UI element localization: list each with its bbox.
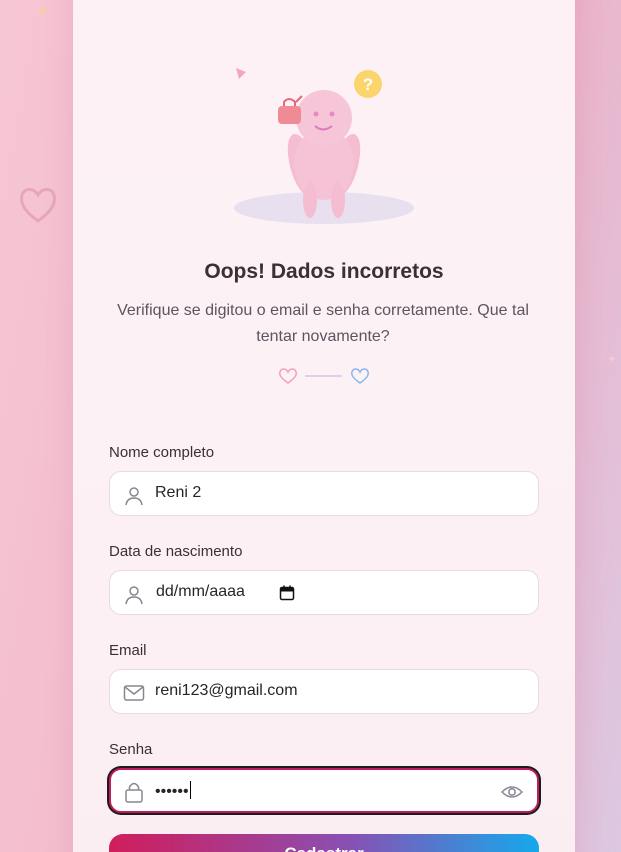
- password-field[interactable]: ••••••: [109, 768, 539, 813]
- lock-icon: [125, 782, 143, 803]
- name-label: Nome completo: [109, 444, 215, 461]
- email-label: Email: [109, 642, 147, 659]
- birthdate-field[interactable]: dd/mm/aaaa: [109, 570, 539, 615]
- heart-icon: [279, 368, 297, 384]
- eye-icon[interactable]: [501, 783, 523, 801]
- submit-button[interactable]: Cadastrar: [109, 834, 539, 852]
- birthdate-value: dd/mm/aaaa: [156, 583, 245, 600]
- name-value: Reni 2: [155, 484, 202, 501]
- calendar-icon[interactable]: [279, 585, 295, 601]
- confused-character-illustration: ?: [234, 68, 414, 224]
- mail-icon: [123, 685, 145, 701]
- password-label: Senha: [109, 741, 153, 758]
- sparkle-icon: ✦: [607, 352, 618, 366]
- email-field[interactable]: reni123@gmail.com: [109, 669, 539, 714]
- sparkle-icon: ✦: [38, 4, 49, 18]
- heart-icon: [351, 368, 369, 384]
- name-field[interactable]: Reni 2: [109, 471, 539, 516]
- email-value: reni123@gmail.com: [155, 682, 298, 699]
- error-title: Oops! Dados incorretos: [204, 260, 444, 283]
- password-value: ••••••: [155, 781, 191, 800]
- error-message: Verifique se digitou o email e senha cor…: [117, 302, 529, 345]
- birthdate-label: Data de nascimento: [109, 543, 243, 560]
- user-icon: [125, 586, 143, 605]
- user-icon: [125, 487, 143, 506]
- hearts-divider: [279, 368, 369, 384]
- svg-text:?: ?: [363, 75, 373, 94]
- heart-icon: [20, 187, 56, 223]
